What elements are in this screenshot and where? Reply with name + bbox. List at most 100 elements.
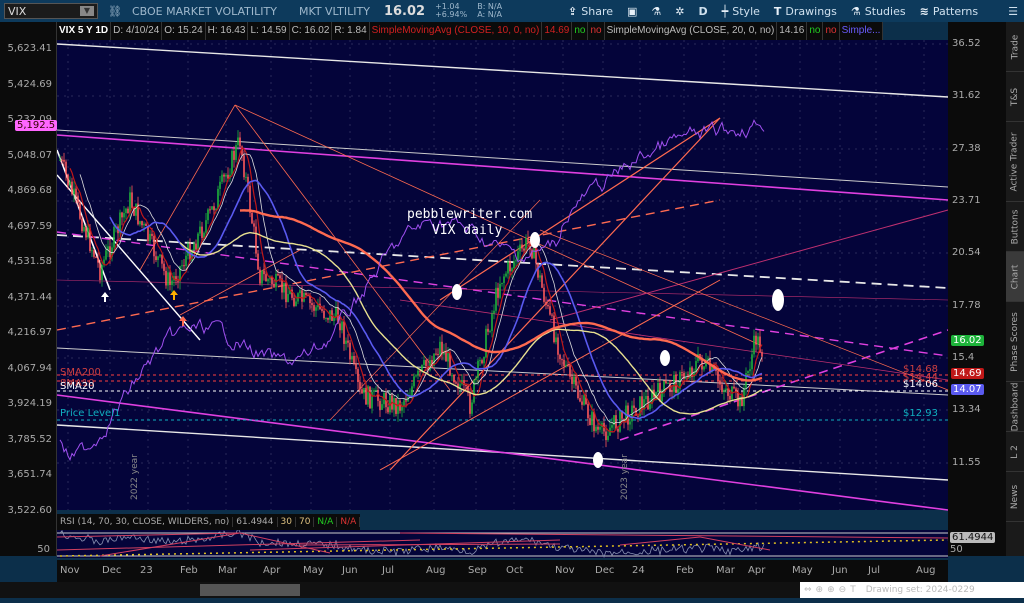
candle-body xyxy=(77,195,79,203)
candle-body xyxy=(381,404,383,410)
side-tab-t-s[interactable]: T&S xyxy=(1006,72,1024,122)
price-label-last: 16.02 xyxy=(951,335,984,346)
candle-body xyxy=(159,254,161,257)
pan-icon[interactable]: ⇔ xyxy=(804,585,812,595)
marker-oval xyxy=(530,232,540,248)
flask-icon: ⚗ xyxy=(651,4,662,18)
candle-body xyxy=(277,274,279,276)
candle-body xyxy=(747,371,749,374)
candle-body xyxy=(755,335,757,345)
link-icon[interactable]: ⛓ xyxy=(108,5,122,18)
candle-body xyxy=(201,226,203,238)
zoom-out-icon[interactable]: ⊖ xyxy=(839,585,847,595)
side-tab-trade[interactable]: Trade xyxy=(1006,22,1024,72)
share-icon: ⇪ xyxy=(568,4,578,18)
candle-body xyxy=(69,181,71,186)
candle-body xyxy=(205,220,207,233)
candle-body xyxy=(299,290,301,294)
text-icon[interactable]: T xyxy=(850,585,856,595)
rsi-axis-tick: 50 xyxy=(37,544,50,555)
candle-body xyxy=(757,336,759,345)
x-axis-tick: Aug xyxy=(916,565,936,576)
side-tab-active-trader[interactable]: Active Trader xyxy=(1006,122,1024,202)
candle-body xyxy=(221,174,223,182)
candle-body xyxy=(557,337,559,355)
sma20-label: SMA20 xyxy=(60,381,95,392)
candle-body xyxy=(295,301,297,307)
study-sma50[interactable]: Simple... xyxy=(840,22,884,40)
candle-body xyxy=(359,381,361,390)
no-flag: no xyxy=(588,22,605,40)
d-button[interactable]: D xyxy=(699,5,708,18)
horizontal-scrollbar[interactable] xyxy=(0,582,800,598)
studies-button[interactable]: ⚗ Studies xyxy=(851,5,906,18)
side-tab-chart[interactable]: Chart xyxy=(1006,252,1024,302)
side-tab-buttons[interactable]: Buttons xyxy=(1006,202,1024,252)
candle-body xyxy=(259,269,261,284)
year-label: 2023 year xyxy=(620,454,630,500)
candle-body xyxy=(233,150,235,160)
candle-body xyxy=(255,226,257,254)
right-axis-tick: 31.62 xyxy=(952,90,981,101)
candle-body xyxy=(153,235,155,257)
candle-body xyxy=(545,301,547,305)
no-flag: no xyxy=(807,22,824,40)
candle-body xyxy=(73,188,75,195)
drawing-set[interactable]: Drawing set: 2024-0229 xyxy=(866,585,975,595)
candle-body xyxy=(485,328,487,358)
chevron-down-icon[interactable]: ▼ xyxy=(80,6,94,16)
side-tab-l-2[interactable]: L 2 xyxy=(1006,432,1024,472)
no-flag: no xyxy=(823,22,840,40)
candle-body xyxy=(315,307,317,311)
candle-body xyxy=(163,263,165,271)
candle-body xyxy=(511,268,513,272)
candle-body xyxy=(703,366,705,370)
pattern-icon: ≋ xyxy=(919,4,929,18)
side-tab-phase-scores[interactable]: Phase Scores xyxy=(1006,302,1024,382)
candle-body xyxy=(335,307,337,317)
candle-body xyxy=(141,221,143,226)
side-tab-news[interactable]: News xyxy=(1006,472,1024,522)
style-button[interactable]: ┿ Style xyxy=(722,5,760,18)
menu-icon[interactable]: ☰ xyxy=(1008,5,1018,18)
study-sma10[interactable]: SimpleMovingAvg (CLOSE, 10, 0, no) xyxy=(370,22,543,40)
right-axis-tick: 17.78 xyxy=(952,300,981,311)
flask-button[interactable]: ⚗ xyxy=(651,5,661,18)
scroll-thumb[interactable] xyxy=(200,584,300,596)
study-sma20[interactable]: SimpleMovingAvg (CLOSE, 20, 0, no) xyxy=(605,22,778,40)
candle-body xyxy=(399,400,401,411)
candle-body xyxy=(145,223,147,227)
candle-body xyxy=(581,401,583,405)
drawings-button[interactable]: T Drawings xyxy=(774,5,837,18)
left-axis-tick: 5,424.69 xyxy=(7,78,52,90)
share-button[interactable]: ⇪ Share xyxy=(568,5,613,18)
button-label: Patterns xyxy=(932,4,979,18)
candle-body xyxy=(749,369,751,372)
candle-body xyxy=(489,330,491,332)
candle-body xyxy=(361,389,363,394)
candle-body xyxy=(193,243,195,251)
candle-body xyxy=(605,431,607,441)
x-axis-tick: 24 xyxy=(632,565,645,576)
price-chart[interactable]: pebblewriter.comVIX dailySMA200SMA10SMA2… xyxy=(0,0,1024,603)
patterns-button[interactable]: ≋ Patterns xyxy=(920,5,979,18)
candle-body xyxy=(611,425,613,428)
symbol-selector[interactable]: VIX ▼ xyxy=(4,3,98,19)
candle-body xyxy=(665,381,667,384)
candle-body xyxy=(149,233,151,241)
candle-body xyxy=(129,192,131,214)
zoom-in-icon[interactable]: ⊕ xyxy=(827,585,835,595)
candle-body xyxy=(97,257,99,263)
crosshair-icon[interactable]: ⊕ xyxy=(816,585,824,595)
candle-body xyxy=(567,364,569,366)
gear-button[interactable]: ✲ xyxy=(675,5,684,18)
alert-button[interactable]: ▣ xyxy=(627,5,637,18)
side-tab-dashboard[interactable]: Dashboard xyxy=(1006,382,1024,432)
chart-info-bar: VIX 5 Y 1D D: 4/10/24 O: 15.24 H: 16.43 … xyxy=(57,22,884,40)
candle-body xyxy=(301,290,303,302)
candle-body xyxy=(165,270,167,286)
candle-body xyxy=(199,226,201,234)
x-axis-tick: Jul xyxy=(868,565,881,576)
candle-body xyxy=(685,377,687,379)
rsi-label[interactable]: RSI (14, 70, 30, CLOSE, WILDERS, no) xyxy=(57,517,234,527)
